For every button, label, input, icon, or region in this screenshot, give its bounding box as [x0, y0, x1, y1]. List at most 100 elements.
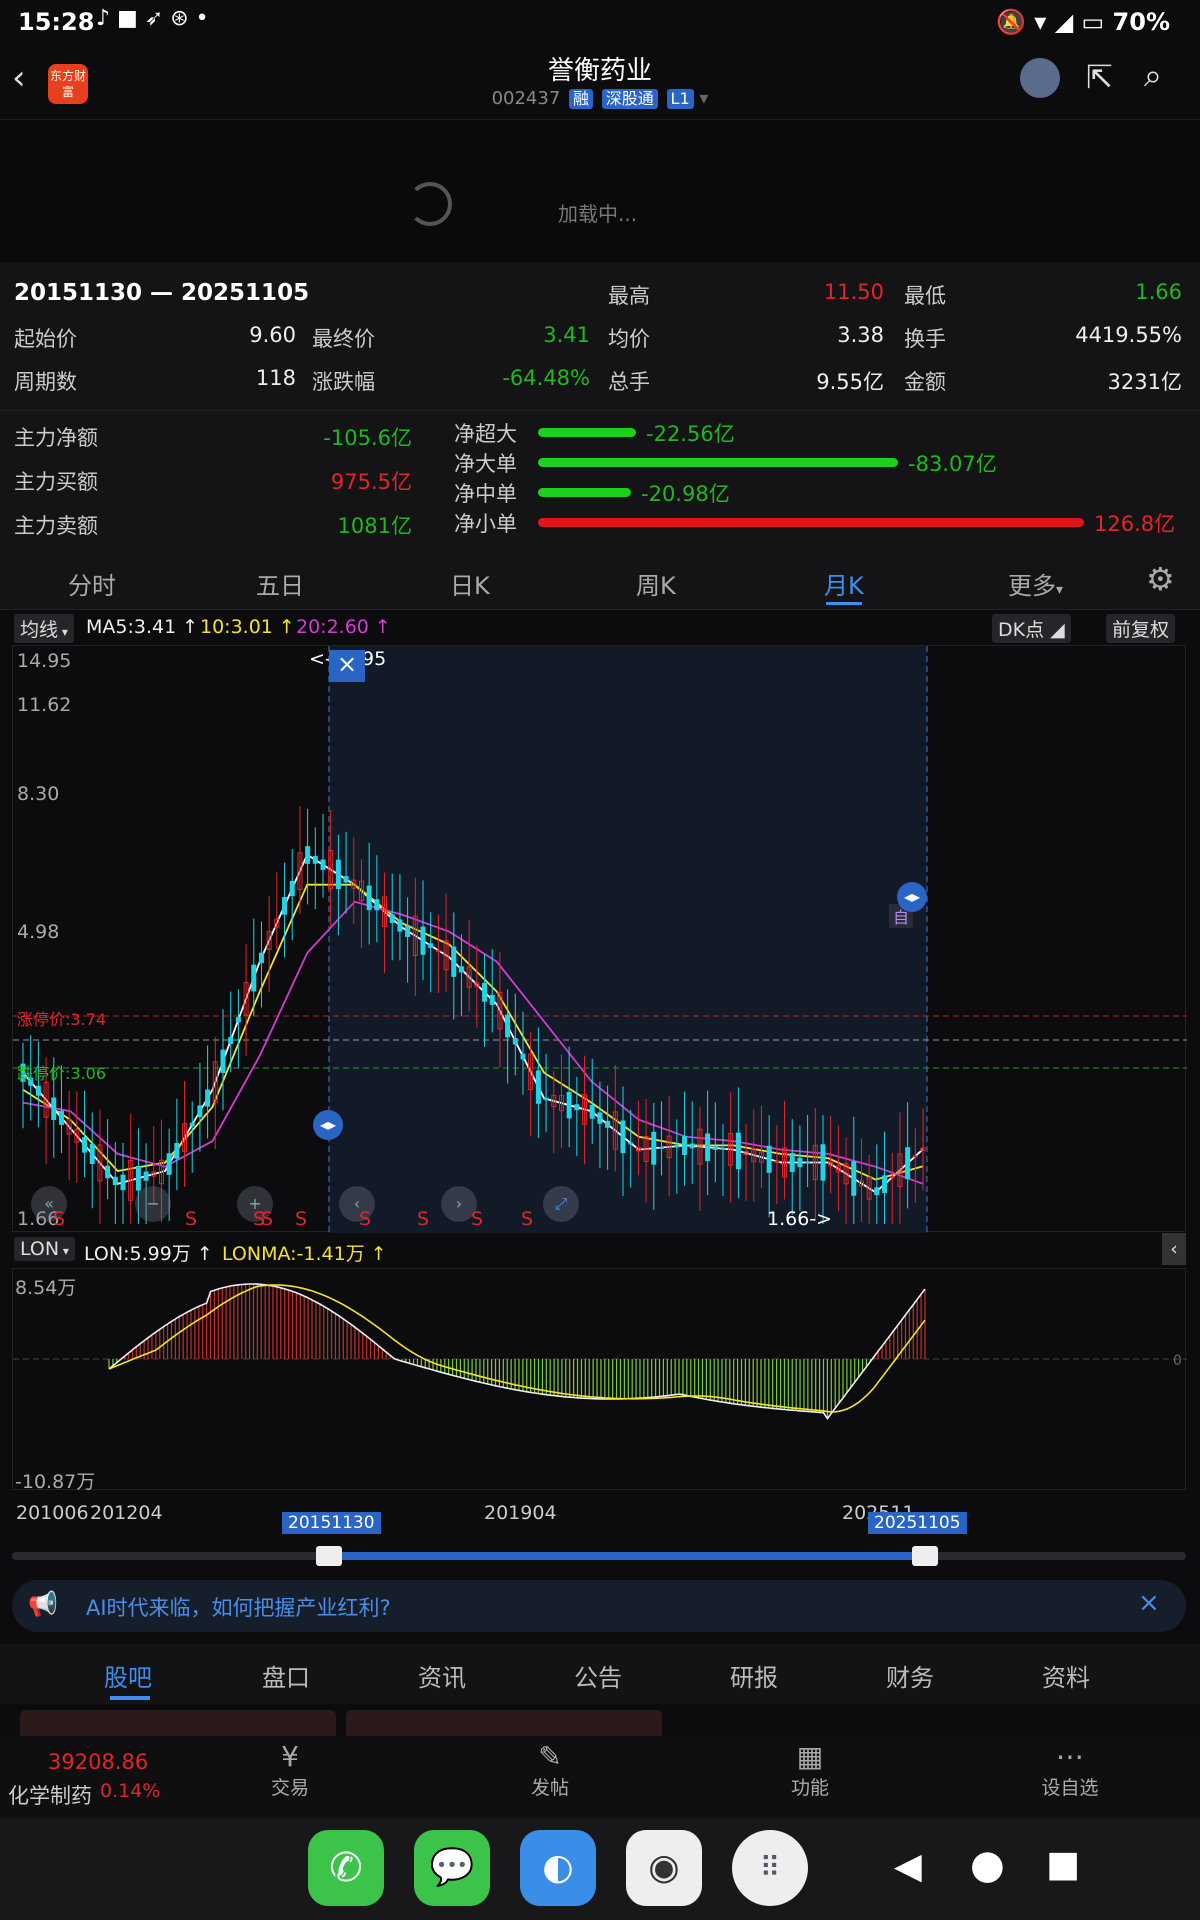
tab-intraday[interactable]: 分时: [68, 566, 116, 601]
close-icon[interactable]: ×: [329, 650, 365, 682]
limit-down-label: 跌停价:3.06: [17, 1064, 107, 1083]
avg-label: 均价: [608, 327, 650, 351]
nav-recents-icon[interactable]: ■: [1046, 1844, 1080, 1885]
candle-body: [282, 897, 288, 915]
dk-point-selector[interactable]: DK点 ◢: [992, 614, 1071, 643]
ai-banner[interactable]: 📢 AI时代来临，如何把握产业红利? ×: [12, 1580, 1186, 1632]
indicator-selector[interactable]: LON ▾: [14, 1237, 75, 1261]
tab-daily-k[interactable]: 日K: [450, 566, 490, 601]
phone-app-icon[interactable]: ✆: [308, 1830, 384, 1906]
connect-tag: 深股通: [601, 89, 658, 109]
main-buy-label: 主力买额: [14, 470, 98, 494]
robot-assistant-icon[interactable]: [1020, 58, 1060, 98]
post-label: 发帖: [530, 1777, 569, 1799]
turnover-value: 4419.55%: [1075, 323, 1182, 347]
tab-announcements[interactable]: 公告: [574, 1658, 622, 1693]
tick-201904: 201904: [484, 1502, 557, 1524]
battery-level: 🔕 ▾ ◢ ▭ 70%: [996, 8, 1170, 36]
timeline: 201006 201204 201904 202511 20151130 202…: [0, 1494, 1200, 1554]
range-slider-end-handle[interactable]: [912, 1546, 938, 1566]
lon-chart[interactable]: 8.54万 -10.87万 0: [12, 1268, 1187, 1493]
fullscreen-icon[interactable]: ⤢: [543, 1186, 579, 1222]
candle-body: [82, 1137, 88, 1153]
ma-selector[interactable]: 均线 ▾: [14, 614, 74, 643]
loading-text: 加载中...: [558, 202, 638, 226]
functions-button[interactable]: ▦ 功能: [788, 1740, 832, 1800]
tab-order-book[interactable]: 盘口: [262, 1658, 310, 1693]
candle-body: [489, 994, 495, 1005]
kline-chart[interactable]: 14.95 11.62 8.30 4.98 1.66 <-14.95 1.66-…: [12, 645, 1187, 1233]
candle-body: [658, 1146, 664, 1149]
hands-label: 总手: [608, 370, 650, 394]
forum-card-peek-2: [346, 1710, 662, 1736]
candle-body: [289, 880, 295, 897]
candle-body: [674, 1144, 680, 1148]
edit-icon: ✎: [538, 1740, 562, 1773]
loading-panel: 加载中...: [0, 120, 1200, 262]
tab-monthly-k[interactable]: 月K: [824, 566, 864, 601]
gear-icon[interactable]: ⚙: [1146, 560, 1175, 598]
candle-body: [882, 1175, 888, 1194]
sell-signal-mark: S: [53, 1208, 66, 1230]
sector-index-value: 39208.86: [48, 1750, 149, 1774]
stock-code-line[interactable]: 002437 融 深股通 L1 ▾: [0, 88, 1200, 109]
tab-five-day[interactable]: 五日: [256, 566, 304, 601]
tab-forum[interactable]: 股吧: [104, 1658, 152, 1693]
megaphone-icon: 📢: [28, 1590, 58, 1618]
tab-weekly-k[interactable]: 周K: [636, 566, 676, 601]
candle-body: [374, 899, 380, 911]
close-banner-icon[interactable]: ×: [1138, 1588, 1160, 1618]
candle-body: [197, 1105, 203, 1118]
app-drawer-icon[interactable]: ⠿: [732, 1830, 808, 1906]
content-tabs: 股吧 盘口 资讯 公告 研报 财务 资料: [0, 1644, 1200, 1704]
tab-news[interactable]: 资讯: [418, 1658, 466, 1693]
range-start-handle-icon[interactable]: ◂▸: [313, 1110, 343, 1140]
chevron-down-icon: ▾: [699, 88, 709, 109]
lonma-value: LONMA:-1.41万 ↑: [222, 1243, 387, 1265]
fund-flow-label: 净中单: [454, 482, 517, 506]
zoom-out-icon[interactable]: −: [135, 1186, 171, 1222]
messages-app-icon[interactable]: 💬: [414, 1830, 490, 1906]
search-icon[interactable]: ⌕: [1144, 56, 1162, 95]
banner-text[interactable]: AI时代来临，如何把握产业红利?: [86, 1592, 391, 1622]
fund-flow-bar: [538, 428, 636, 437]
candle-body: [397, 919, 403, 932]
share-icon[interactable]: ⇱: [1086, 58, 1113, 96]
candle-body: [912, 1155, 918, 1158]
sell-signal-mark: S: [261, 1208, 274, 1230]
change-value: -64.48%: [502, 366, 590, 390]
limit-up-label: 涨停价:3.74: [17, 1010, 107, 1029]
range-slider-fill: [328, 1552, 926, 1560]
range-slider[interactable]: [12, 1546, 1186, 1566]
range-slider-start-handle[interactable]: [316, 1546, 342, 1566]
candle-body: [105, 1165, 111, 1179]
tab-more[interactable]: 更多▾: [1008, 566, 1063, 601]
tab-profile[interactable]: 资料: [1042, 1658, 1090, 1693]
collapse-panel-icon[interactable]: ‹: [1162, 1233, 1186, 1265]
turnover-label: 换手: [904, 327, 946, 351]
nav-home-icon[interactable]: ●: [970, 1842, 1005, 1888]
post-button[interactable]: ✎ 发帖: [528, 1740, 572, 1800]
candle-body: [766, 1145, 772, 1173]
candle-body: [220, 1049, 226, 1073]
loading-spinner-icon: [408, 182, 452, 226]
fund-flow-bar: [538, 458, 898, 467]
candle-body: [566, 1091, 572, 1119]
candle-body: [205, 1089, 211, 1107]
nav-back-icon[interactable]: ◀: [894, 1846, 922, 1887]
candle-body: [651, 1131, 657, 1165]
range-end-handle-icon[interactable]: ◂▸: [897, 882, 927, 912]
browser-app-icon[interactable]: ◐: [520, 1830, 596, 1906]
fund-flow-label: 净小单: [454, 512, 517, 536]
sector-name[interactable]: 化学制药: [8, 1780, 92, 1810]
adjust-mode-button[interactable]: 前复权: [1106, 614, 1176, 643]
tab-finance[interactable]: 财务: [886, 1658, 934, 1693]
y-label-4: 4.98: [17, 921, 60, 943]
camera-app-icon[interactable]: ◉: [626, 1830, 702, 1906]
candle-body: [512, 1038, 518, 1045]
ma20-value: 20:2.60 ↑: [296, 616, 391, 638]
trade-button[interactable]: ¥ 交易: [268, 1740, 312, 1800]
selected-range-shade: [329, 646, 927, 1233]
tab-research[interactable]: 研报: [730, 1658, 778, 1693]
add-watchlist-button[interactable]: ⋯ 设自选: [1036, 1740, 1104, 1800]
